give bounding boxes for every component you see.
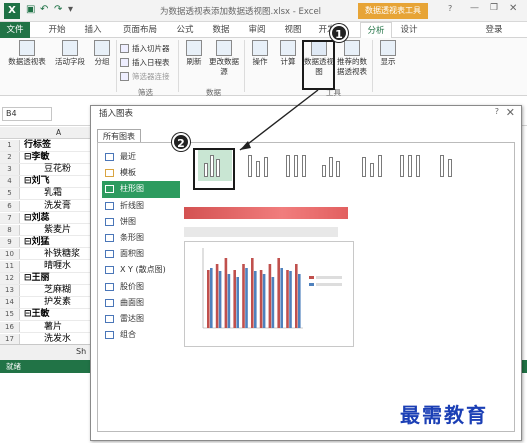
callout-arrow bbox=[239, 89, 319, 151]
watermark: 最需教育 bbox=[400, 403, 488, 427]
